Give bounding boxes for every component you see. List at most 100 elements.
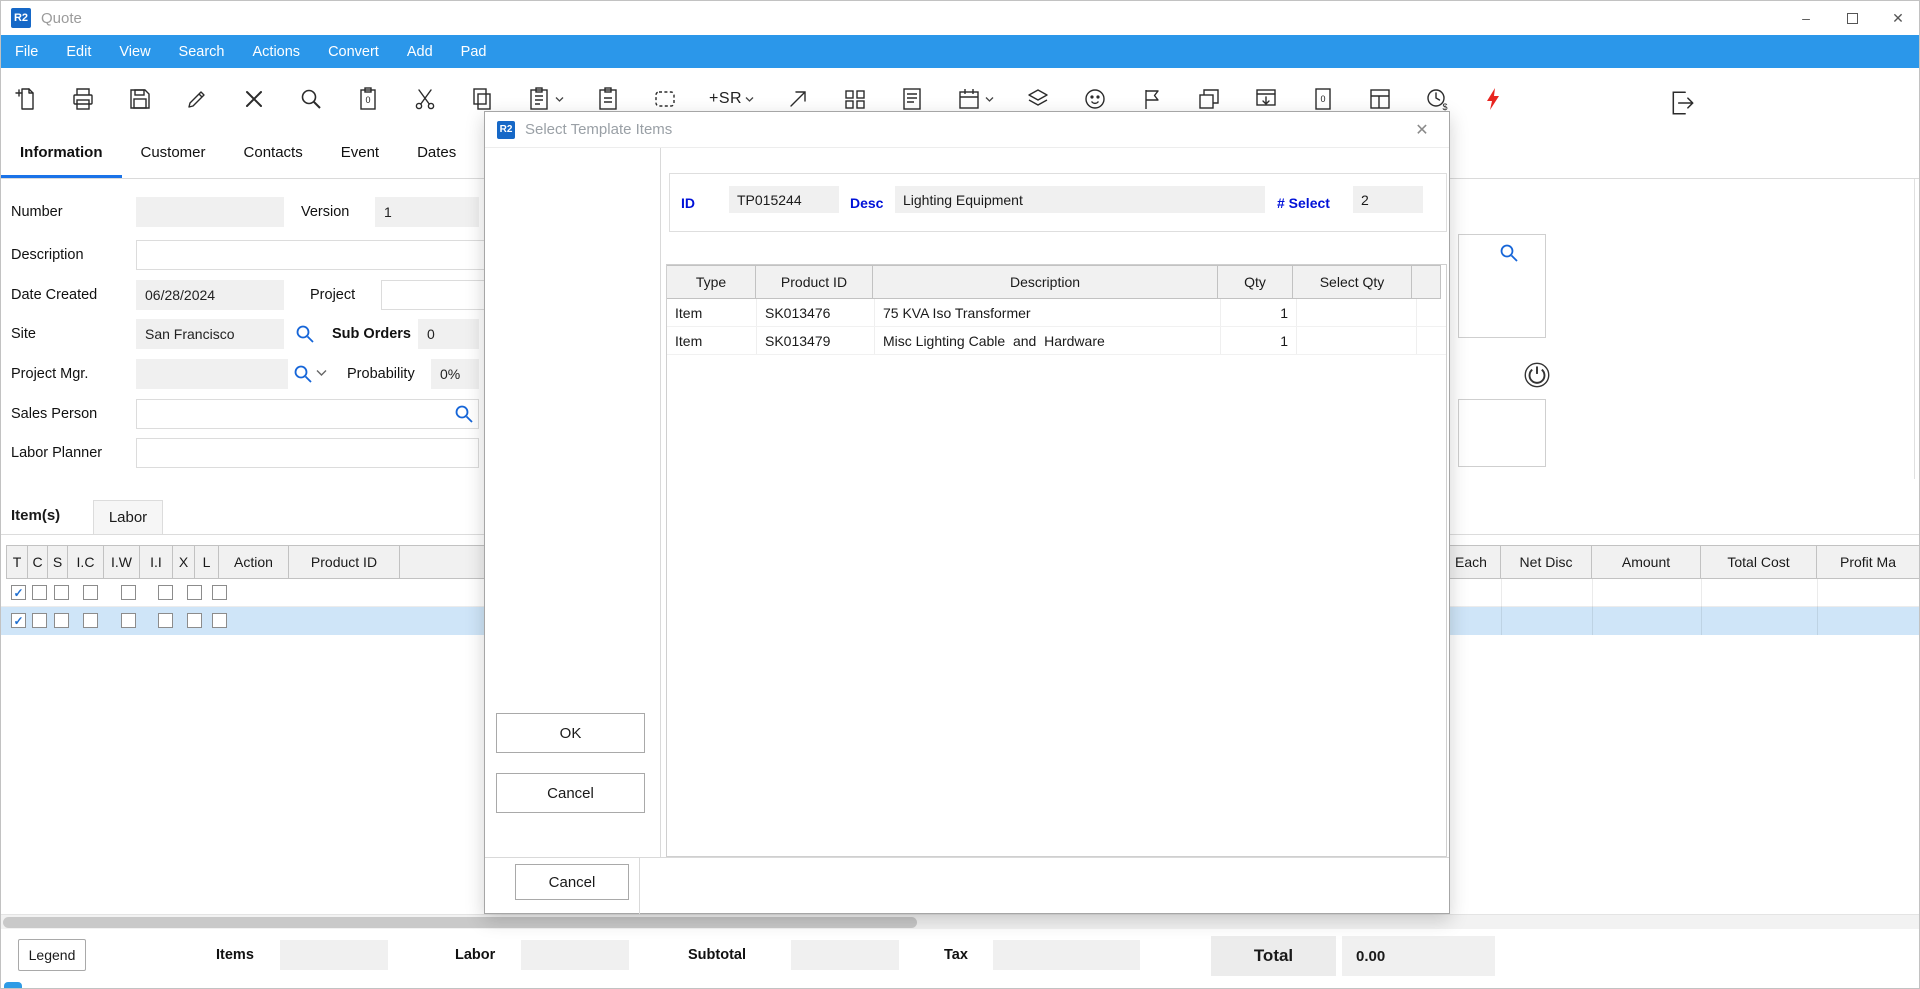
row-checkbox[interactable] (158, 585, 173, 600)
template-id-input[interactable]: TP015244 (729, 186, 839, 213)
menu-item-file[interactable]: File (1, 35, 52, 68)
menu-item-view[interactable]: View (105, 35, 164, 68)
row-checkbox[interactable] (187, 613, 202, 628)
sales-person-search-icon[interactable] (453, 403, 475, 425)
row-checkbox[interactable] (158, 613, 173, 628)
dialog-close-icon[interactable]: ✕ (1407, 115, 1437, 145)
column-header-totalcost: Total Cost (1700, 545, 1817, 579)
row-checkbox[interactable]: ✓ (11, 613, 26, 628)
paste-menu-chevron-icon[interactable] (555, 96, 564, 103)
sales-person-input[interactable] (136, 399, 479, 429)
horizontal-scrollbar-thumb[interactable] (3, 917, 917, 928)
add-sr-chevron-icon[interactable] (745, 96, 754, 103)
column-separator (1592, 579, 1593, 607)
menu-item-add[interactable]: Add (393, 35, 447, 68)
new-document-icon[interactable] (13, 75, 39, 123)
number-input[interactable] (136, 197, 284, 227)
edit-pencil-icon[interactable] (184, 75, 210, 123)
probability-input[interactable]: 0% (431, 359, 479, 389)
tab-customer[interactable]: Customer (122, 130, 225, 178)
items-total-label: Items (216, 940, 254, 970)
date-created-input[interactable]: 06/28/2024 (136, 280, 284, 310)
menu-item-actions[interactable]: Actions (239, 35, 315, 68)
sales-person-label: Sales Person (11, 399, 97, 429)
save-icon[interactable] (127, 75, 153, 123)
version-input[interactable]: 1 (375, 197, 479, 227)
row-checkbox[interactable] (32, 585, 47, 600)
labor-planner-label: Labor Planner (11, 438, 102, 468)
row-checkbox[interactable] (121, 613, 136, 628)
project-mgr-chevron-icon[interactable] (316, 369, 327, 377)
print-icon[interactable] (70, 75, 96, 123)
row-checkbox[interactable] (32, 613, 47, 628)
row-checkbox[interactable] (83, 585, 98, 600)
items-total-field (280, 940, 388, 970)
maximize-button[interactable] (1829, 1, 1875, 35)
cancel-button[interactable]: Cancel (496, 773, 645, 813)
sub-orders-input[interactable]: 0 (418, 319, 479, 349)
menu-item-convert[interactable]: Convert (314, 35, 393, 68)
row-checkbox[interactable] (212, 613, 227, 628)
tab-information[interactable]: Information (1, 130, 122, 178)
search-icon[interactable] (298, 75, 324, 123)
dialog-content-bottom-border (485, 857, 1449, 858)
labor-total-label: Labor (455, 940, 495, 970)
title-bar: R2 Quote – ✕ (1, 1, 1920, 35)
menu-item-pad[interactable]: Pad (447, 35, 501, 68)
site-label: Site (11, 319, 36, 349)
dialog-cell: Item (667, 327, 757, 354)
legend-button[interactable]: Legend (18, 939, 86, 971)
dialog-column-header-spacer (1411, 265, 1441, 299)
row-checkbox[interactable] (83, 613, 98, 628)
power-icon[interactable] (1521, 359, 1553, 391)
tab-event[interactable]: Event (322, 130, 398, 178)
delete-icon[interactable] (241, 75, 267, 123)
template-desc-label: Desc (850, 189, 883, 216)
underlying-cancel-button[interactable]: Cancel (515, 864, 629, 900)
exit-icon[interactable] (1669, 79, 1697, 127)
total-label: Total (1211, 936, 1336, 976)
side-search-icon[interactable] (1498, 242, 1520, 264)
dialog-table-row[interactable]: ItemSK01347675 KVA Iso Transformer1 (667, 299, 1446, 327)
site-input[interactable]: San Francisco (136, 319, 284, 349)
calendar-chevron-icon[interactable] (985, 96, 994, 103)
dialog-title-bar: R2 Select Template Items ✕ (485, 112, 1449, 148)
tab-labor[interactable]: Labor (93, 500, 163, 534)
side-list-box-2[interactable] (1458, 399, 1546, 467)
project-mgr-search-icon[interactable] (292, 363, 314, 385)
paste-count-icon[interactable]: 0 (355, 75, 381, 123)
minimize-button[interactable]: – (1783, 1, 1829, 35)
site-search-icon[interactable] (294, 323, 316, 345)
tab-items[interactable]: Item(s) (1, 497, 60, 534)
menu-item-search[interactable]: Search (165, 35, 239, 68)
labor-planner-input[interactable] (136, 438, 479, 468)
underlying-panel-separator (639, 857, 640, 914)
dialog-table-body: ItemSK01347675 KVA Iso Transformer1ItemS… (667, 299, 1446, 355)
project-mgr-input[interactable] (136, 359, 288, 389)
horizontal-scrollbar[interactable] (1, 914, 1920, 929)
dialog-cell (1297, 327, 1417, 354)
template-select-count-label: # Select (1277, 189, 1330, 216)
row-checkbox[interactable] (121, 585, 136, 600)
dialog-table-row[interactable]: ItemSK013479Misc Lighting Cable and Hard… (667, 327, 1446, 355)
row-checkbox[interactable] (187, 585, 202, 600)
cut-icon[interactable] (412, 75, 438, 123)
row-checkbox[interactable] (54, 585, 69, 600)
template-select-count-input[interactable]: 2 (1353, 186, 1423, 213)
template-desc-input[interactable]: Lighting Equipment (895, 186, 1265, 213)
column-header-ii: I.I (139, 545, 173, 579)
ok-button[interactable]: OK (496, 713, 645, 753)
column-separator (1501, 607, 1502, 635)
row-checkbox[interactable] (212, 585, 227, 600)
dialog-cell: 1 (1221, 299, 1297, 326)
tab-dates[interactable]: Dates (398, 130, 475, 178)
menu-item-edit[interactable]: Edit (52, 35, 105, 68)
column-separator (1701, 579, 1702, 607)
tab-contacts[interactable]: Contacts (225, 130, 322, 178)
close-button[interactable]: ✕ (1875, 1, 1920, 35)
dialog-cell: 75 KVA Iso Transformer (875, 299, 1221, 326)
row-checkbox[interactable] (54, 613, 69, 628)
column-header-netdisc: Net Disc (1500, 545, 1592, 579)
lightning-icon[interactable] (1481, 75, 1507, 123)
row-checkbox[interactable]: ✓ (11, 585, 26, 600)
